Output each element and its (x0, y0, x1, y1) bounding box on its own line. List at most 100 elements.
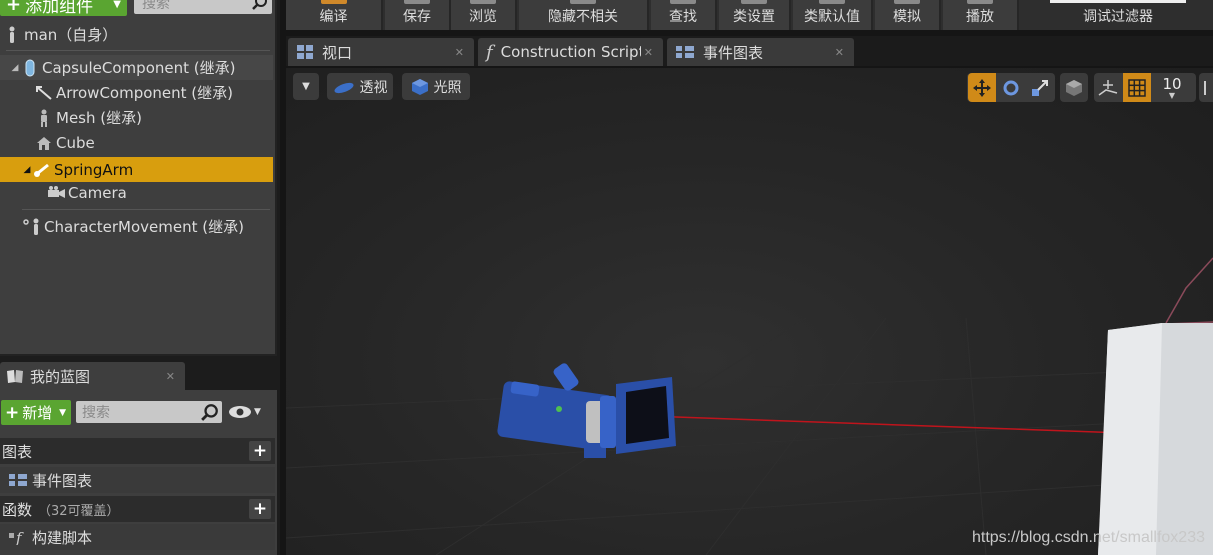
translate-tool-button[interactable] (968, 73, 996, 102)
search-icon (252, 0, 267, 10)
lit-cube-icon (411, 78, 428, 95)
view-options-button[interactable]: ▼ (228, 402, 268, 422)
toolbar-label: 隐藏不相关 (548, 9, 618, 25)
event-graph-icon (9, 474, 27, 486)
debug-filter-dropdown[interactable]: 调试过滤器 (1050, 0, 1186, 30)
browse-button[interactable]: 浏览 (451, 0, 517, 30)
event-graph-icon (676, 46, 694, 58)
grid-snap-button[interactable] (1123, 73, 1151, 102)
list-item-construction-script[interactable]: f 构建脚本 (0, 524, 275, 550)
grid-snap-size-dropdown[interactable]: 10 ▼ (1152, 73, 1192, 102)
tab-viewport[interactable]: 视口 ✕ (288, 38, 474, 66)
search-placeholder: 搜索 (142, 0, 170, 12)
tree-item-capsule-component[interactable]: ◢ CapsuleComponent (继承) (0, 55, 273, 80)
class-settings-button[interactable]: 类设置 (719, 0, 791, 30)
surface-snap-icon (1098, 79, 1118, 96)
tree-item-mesh[interactable]: Mesh (继承) (0, 105, 273, 130)
divider (22, 209, 270, 210)
rotate-tool-button[interactable] (997, 73, 1025, 102)
toolbar-label: 模拟 (893, 9, 921, 25)
viewport-3d[interactable]: ▼ 透视 光照 10 ▼ https://blog.csdn.net/small… (286, 68, 1213, 555)
tab-label: 视口 (322, 43, 353, 62)
floor-grid (286, 317, 1213, 555)
section-graphs[interactable]: 图表 + (0, 438, 275, 464)
simulate-button[interactable]: 模拟 (875, 0, 941, 30)
perspective-button[interactable]: 透视 (327, 73, 393, 100)
rotate-icon (1003, 80, 1019, 95)
close-icon[interactable]: ✕ (166, 370, 175, 383)
caret-down-icon: ▼ (113, 0, 121, 10)
tree-item-cube[interactable]: Cube (0, 130, 273, 155)
surface-snap-button[interactable] (1094, 73, 1122, 102)
book-icon (7, 370, 23, 383)
cube-icon (1066, 79, 1082, 96)
plus-icon: + (5, 402, 20, 423)
viewport-options-button[interactable]: ▼ (293, 73, 319, 100)
close-icon[interactable]: ✕ (835, 46, 844, 59)
close-icon[interactable]: ✕ (455, 46, 464, 59)
browse-icon (470, 0, 496, 4)
world-local-toggle-button[interactable] (1060, 73, 1088, 102)
lit-mode-button[interactable]: 光照 (402, 73, 470, 100)
spring-arm-line (647, 415, 1125, 434)
grid-icon (1128, 78, 1146, 97)
hide-unrelated-icon (570, 0, 596, 4)
caret-down-icon: ▼ (302, 81, 310, 92)
tree-item-arrow-component[interactable]: ArrowComponent (继承) (0, 80, 273, 105)
components-search-input[interactable]: 搜索 (134, 0, 272, 14)
tree-item-label: Mesh (继承) (56, 109, 142, 127)
find-button[interactable]: 查找 (651, 0, 717, 30)
section-functions[interactable]: 函数 （32可覆盖） + (0, 496, 275, 522)
eye-icon (229, 406, 251, 418)
toolbar-label: 查找 (669, 9, 697, 25)
viewport-scene (286, 257, 1213, 555)
tab-my-blueprint[interactable]: 我的蓝图 ✕ (0, 362, 185, 390)
add-function-button[interactable]: + (249, 499, 271, 519)
tab-event-graph[interactable]: 事件图表 ✕ (667, 38, 854, 66)
simulate-icon (894, 0, 920, 4)
class-settings-icon (741, 0, 767, 4)
caret-down-icon: ▼ (1168, 90, 1176, 100)
move-icon (973, 78, 991, 97)
class-defaults-button[interactable]: 类默认值 (793, 0, 873, 30)
play-button[interactable]: 播放 (943, 0, 1019, 30)
tree-root-self[interactable]: man（自身） (0, 22, 273, 47)
tree-item-label: Camera (68, 183, 127, 202)
search-icon (201, 404, 218, 421)
save-icon (404, 0, 430, 4)
blueprint-search-input[interactable]: 搜索 (76, 401, 222, 423)
tree-item-label: CapsuleComponent (继承) (42, 59, 236, 77)
editor-tabs: 视口 ✕ f Construction Script ✕ 事件图表 ✕ (286, 36, 1213, 66)
tab-construction-script[interactable]: f Construction Script ✕ (478, 38, 663, 66)
tree-item-spring-arm[interactable]: ◢ SpringArm (0, 157, 273, 182)
tree-item-camera[interactable]: Camera (0, 180, 273, 205)
toolbar-label: 类默认值 (804, 9, 860, 25)
rotation-snap-icon (1204, 80, 1208, 95)
close-icon[interactable]: ✕ (644, 46, 653, 59)
caret-down-icon: ▼ (59, 407, 66, 418)
blueprint-editor: + 添加组件 ▼ 搜索 man（自身） ◢ CapsuleComponent (… (0, 0, 1213, 555)
new-button[interactable]: + 新增 ▼ (1, 400, 71, 425)
add-graph-button[interactable]: + (249, 441, 271, 461)
tree-item-character-movement[interactable]: CharacterMovement (继承) (0, 214, 273, 239)
plus-icon: + (6, 0, 22, 15)
hide-unrelated-button[interactable]: 隐藏不相关 (519, 0, 649, 30)
tab-label: 我的蓝图 (30, 367, 91, 386)
add-component-button[interactable]: + 添加组件 ▼ (0, 0, 127, 17)
scale-tool-button[interactable] (1026, 73, 1054, 102)
new-button-label: 新增 (22, 404, 53, 422)
save-button[interactable]: 保存 (385, 0, 451, 30)
capsule-icon (20, 59, 40, 77)
toolbar-label: 播放 (966, 9, 994, 25)
add-component-label: 添加组件 (25, 0, 94, 17)
rotation-snap-button[interactable] (1199, 73, 1213, 102)
left-column: + 添加组件 ▼ 搜索 man（自身） ◢ CapsuleComponent (… (0, 0, 280, 555)
list-item-event-graph[interactable]: 事件图表 (0, 467, 275, 493)
divider (6, 50, 270, 51)
compile-button[interactable]: 编译 (286, 0, 383, 30)
scale-icon (1032, 79, 1048, 96)
list-item-label: 构建脚本 (32, 528, 93, 547)
debug-filter-select[interactable] (1050, 0, 1186, 3)
section-title: 函数 (2, 500, 33, 519)
function-icon: f (486, 41, 493, 63)
